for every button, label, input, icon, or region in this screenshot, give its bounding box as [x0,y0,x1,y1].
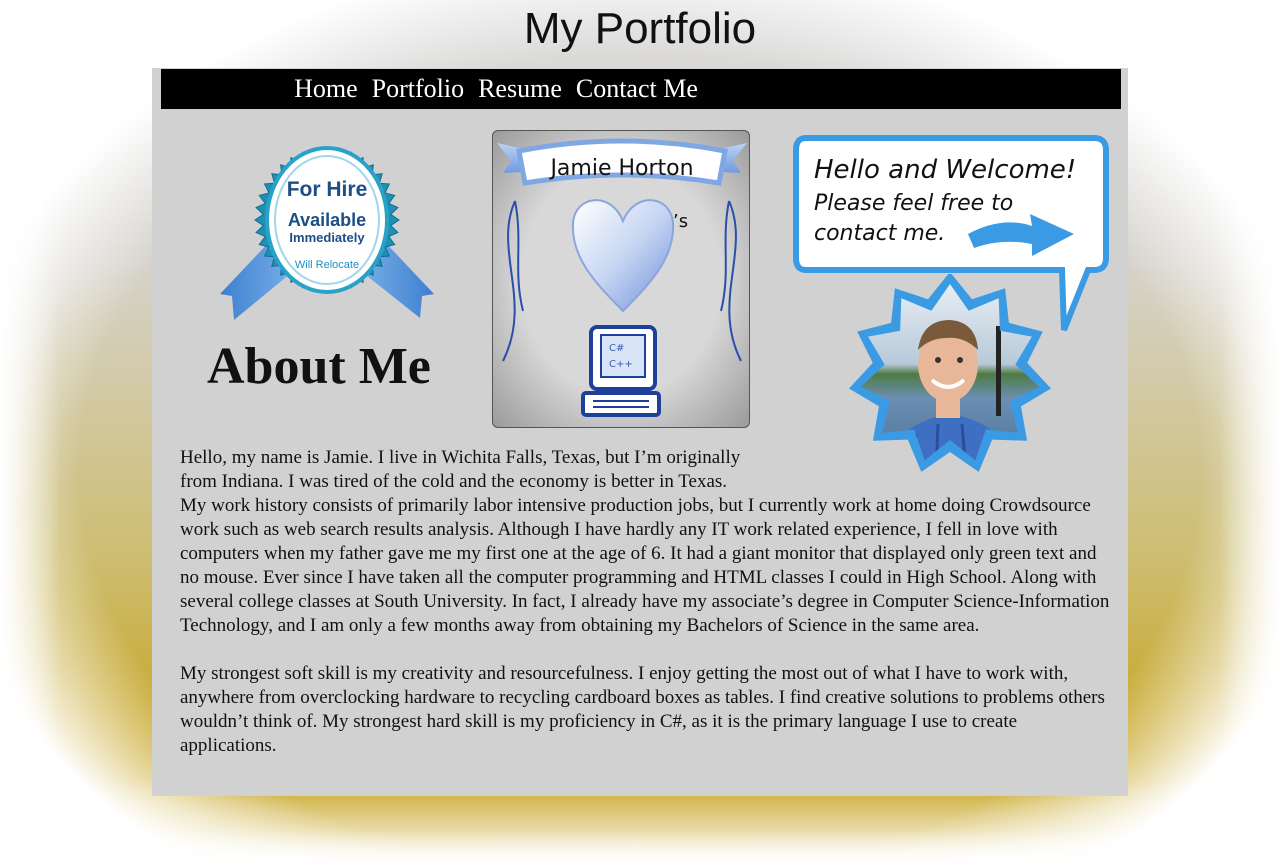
about-me-heading: About Me [207,338,431,395]
logo-screen-cpp: C++ [609,359,633,370]
logo-panel: Jamie Horton ’s C# C++ [492,130,750,428]
logo-possessive-text: ’s [673,211,688,232]
for-hire-badge: For Hire Available Immediately Will Relo… [220,146,434,320]
jamie-logo-image: Jamie Horton ’s C# C++ [497,138,747,417]
badge-relocate-text: Will Relocate [295,259,359,271]
bio-paragraph-2: My work history consists of primarily la… [180,495,1110,636]
welcome-line1-text: Hello and Welcome! [814,155,1076,185]
nav-home-link[interactable]: Home [294,69,358,109]
site-title: My Portfolio [523,4,757,53]
nav-portfolio-link[interactable]: Portfolio [372,69,464,109]
logo-banner-text: Jamie Horton [548,156,693,181]
about-me-text: Hello, my name is Jamie. I live in Wichi… [180,446,1110,758]
bio-paragraph-1: Hello, my name is Jamie. I live in Wichi… [180,447,741,492]
bio-paragraph-3: My strongest soft skill is my creativity… [180,663,1105,756]
main-navbar: Home Portfolio Resume Contact Me [161,69,1121,109]
badge-immediately-text: Immediately [289,230,365,245]
nav-links: Home Portfolio Resume Contact Me [294,69,698,109]
badge-available-text: Available [288,210,366,230]
badge-for-hire-text: For Hire [287,178,368,201]
welcome-line2-text: Please feel free to [814,191,1013,216]
welcome-line3-text: contact me. [814,221,945,246]
profile-photo [849,274,1051,472]
nav-contact-link[interactable]: Contact Me [576,69,698,109]
logo-screen-csharp: C# [609,343,624,354]
nav-resume-link[interactable]: Resume [478,69,562,109]
